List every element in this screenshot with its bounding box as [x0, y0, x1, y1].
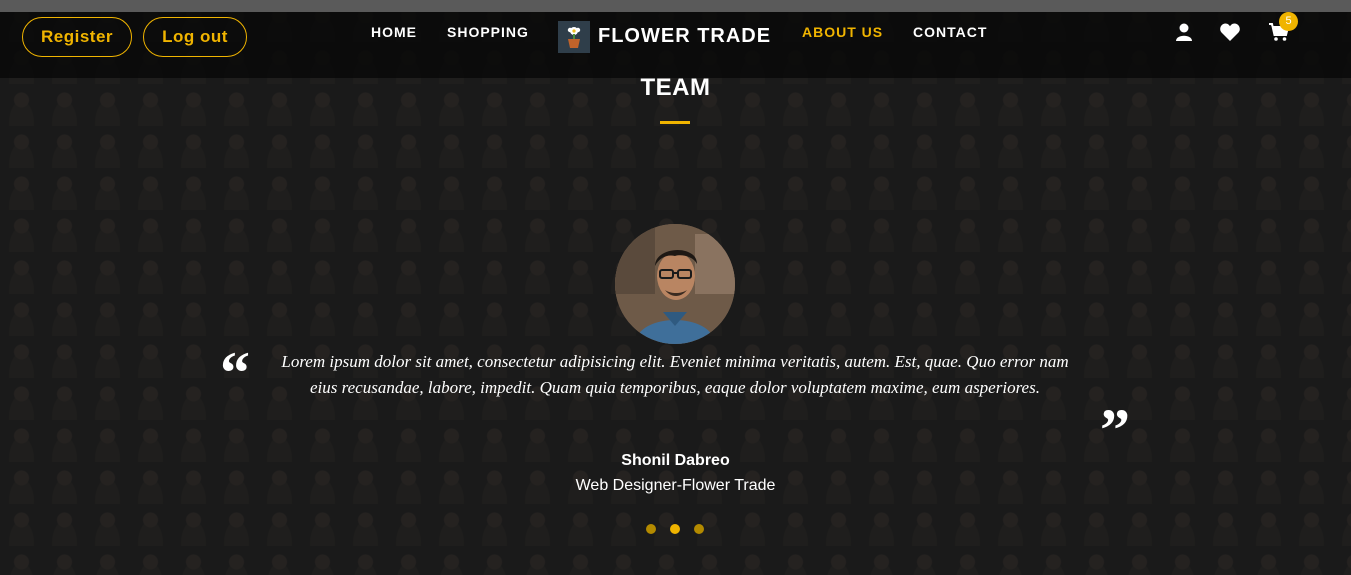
title-underline	[660, 121, 690, 124]
person-photo	[615, 224, 735, 344]
testimonial-text: Lorem ipsum dolor sit amet, consectetur …	[281, 352, 1069, 397]
flower-pot-icon	[567, 27, 581, 48]
logout-button[interactable]: Log out	[143, 17, 247, 57]
cart-count-badge: 5	[1279, 12, 1298, 31]
carousel-dot-1[interactable]	[646, 524, 656, 534]
section-title: TEAM	[640, 74, 711, 101]
team-member-role: Web Designer-Flower Trade	[575, 477, 776, 494]
open-quote-icon: “	[220, 340, 250, 406]
nav-contact[interactable]: CONTACT	[913, 24, 987, 40]
heart-icon[interactable]	[1219, 22, 1241, 42]
nav-home[interactable]: HOME	[371, 24, 417, 40]
nav-shopping[interactable]: SHOPPING	[447, 24, 529, 40]
browser-top-strip	[0, 0, 1351, 12]
carousel-dot-2[interactable]	[670, 524, 680, 534]
close-quote-icon: ”	[1100, 397, 1130, 463]
register-button[interactable]: Register	[22, 17, 132, 57]
carousel-dot-3[interactable]	[694, 524, 704, 534]
nav-about-us[interactable]: ABOUT US	[802, 24, 883, 40]
brand-name[interactable]: FLOWER TRADE	[598, 25, 771, 48]
user-icon[interactable]	[1173, 22, 1195, 42]
brand-logo[interactable]	[558, 21, 590, 53]
team-member-avatar	[615, 224, 735, 344]
team-member-name: Shonil Dabreo	[621, 452, 730, 469]
